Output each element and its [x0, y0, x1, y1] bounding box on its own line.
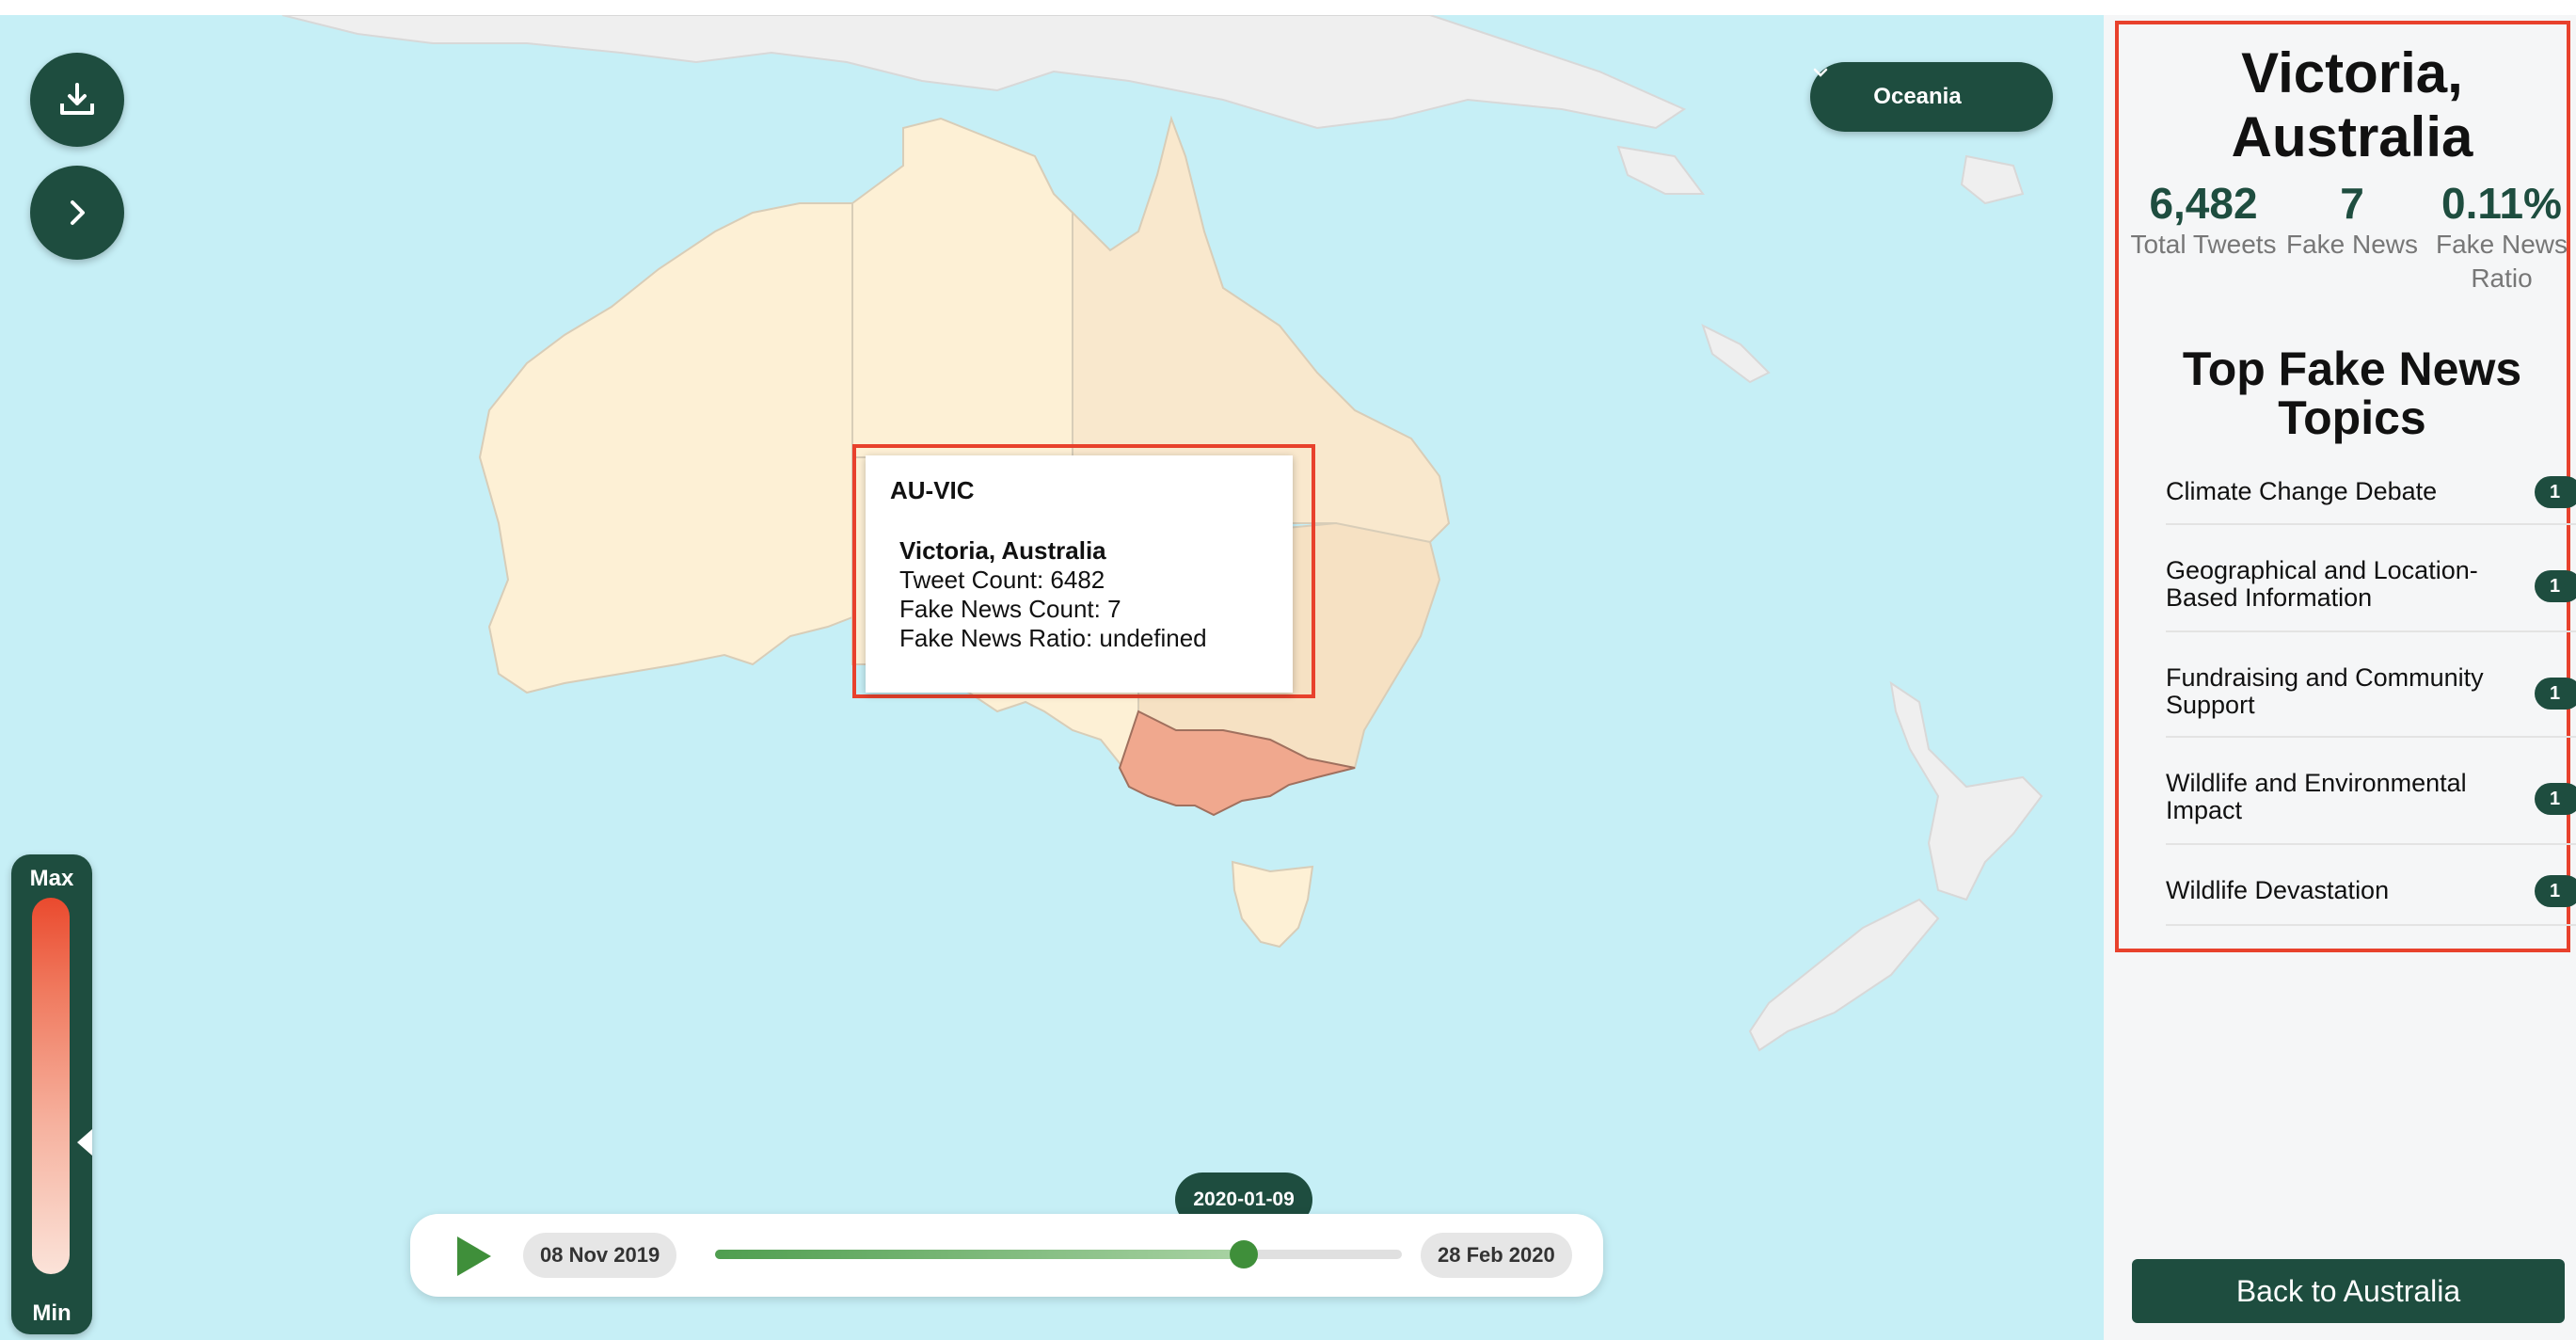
download-button[interactable] — [30, 53, 124, 147]
topic-count-badge: 1 — [2535, 875, 2576, 907]
topic-item[interactable]: Wildlife and Environmental Impact 1 — [2166, 736, 2576, 845]
tooltip-fake-news-ratio: Fake News Ratio: undefined — [899, 624, 1207, 652]
color-legend: Max Min — [11, 854, 92, 1334]
topics-heading: Top Fake News Topics — [2182, 343, 2522, 444]
legend-min-label: Min — [32, 1300, 72, 1326]
topic-count-badge: 1 — [2535, 476, 2576, 508]
timeline-slider[interactable] — [715, 1240, 1402, 1268]
timeline-start-date: 08 Nov 2019 — [523, 1233, 677, 1278]
topic-label: Geographical and Location-Based Informat… — [2166, 556, 2478, 612]
tooltip-fake-news-count: Fake News Count: 7 — [899, 595, 1121, 623]
timeline-bar: 08 Nov 2019 28 Feb 2020 — [410, 1214, 1603, 1297]
stat-value: 7 — [2340, 179, 2364, 228]
timeline-end-date: 28 Feb 2020 — [1421, 1233, 1572, 1278]
tasmania[interactable] — [1231, 860, 1314, 949]
topic-count-badge: 1 — [2535, 570, 2576, 602]
top-bar — [0, 0, 2576, 16]
topic-item[interactable]: Geographical and Location-Based Informat… — [2166, 523, 2576, 632]
island-region[interactable] — [1701, 324, 1771, 384]
stat-label: Total Tweets — [2130, 230, 2277, 259]
papua-new-guinea-region[interactable] — [281, 15, 1687, 130]
play-button[interactable] — [450, 1233, 497, 1280]
island-region[interactable] — [1616, 145, 1705, 195]
legend-gradient — [32, 898, 70, 1274]
chevron-right-icon — [71, 200, 85, 225]
download-icon — [60, 83, 94, 115]
legend-marker — [77, 1129, 92, 1156]
island-region[interactable] — [1960, 154, 2025, 205]
region-select-value: Oceania — [1873, 84, 1962, 109]
back-to-australia-button[interactable]: Back to Australia — [2132, 1259, 2565, 1323]
tooltip-tweet-count: Tweet Count: 6482 — [899, 566, 1105, 594]
western-australia[interactable] — [478, 202, 853, 694]
topic-count-badge: 1 — [2535, 783, 2576, 815]
new-zealand-south-island[interactable] — [1748, 898, 1940, 1052]
northern-territory[interactable] — [851, 117, 1073, 458]
topic-item[interactable]: Climate Change Debate 1 — [2166, 471, 2576, 525]
region-tooltip: AU-VIC Victoria, Australia Tweet Count: … — [866, 455, 1293, 693]
stat-total-tweets: 6,482 Total Tweets — [2128, 179, 2279, 262]
region-title: Victoria, Australia — [2231, 41, 2473, 168]
legend-max-label: Max — [29, 866, 74, 891]
stat-label: Fake News Ratio — [2435, 230, 2568, 293]
stat-value: 6,482 — [2149, 179, 2258, 228]
stat-fake-news-ratio: 0.11% Fake News Ratio — [2427, 179, 2576, 295]
topic-count-badge: 1 — [2535, 678, 2576, 710]
stat-fake-news: 7 Fake News — [2282, 179, 2422, 262]
tooltip-region-name: Victoria, Australia — [899, 536, 1106, 565]
stat-label: Fake News — [2285, 230, 2419, 259]
tooltip-region-code: AU-VIC — [890, 476, 975, 504]
topic-item[interactable]: Wildlife Devastation 1 — [2166, 843, 2576, 926]
new-zealand-north-island[interactable] — [1889, 680, 2043, 901]
expand-panel-button[interactable] — [30, 166, 124, 260]
topic-label: Wildlife Devastation — [2166, 876, 2390, 904]
stat-value: 0.11% — [2441, 179, 2562, 228]
topic-label: Climate Change Debate — [2166, 477, 2438, 505]
topic-label: Wildlife and Environmental Impact — [2166, 769, 2467, 824]
timeline-fill — [715, 1250, 1245, 1259]
timeline-thumb[interactable] — [1230, 1240, 1259, 1268]
play-icon — [457, 1236, 491, 1276]
topic-item[interactable]: Fundraising and Community Support 1 — [2166, 630, 2576, 738]
topic-label: Fundraising and Community Support — [2166, 663, 2484, 719]
region-select[interactable]: Oceania — [1810, 62, 2053, 132]
